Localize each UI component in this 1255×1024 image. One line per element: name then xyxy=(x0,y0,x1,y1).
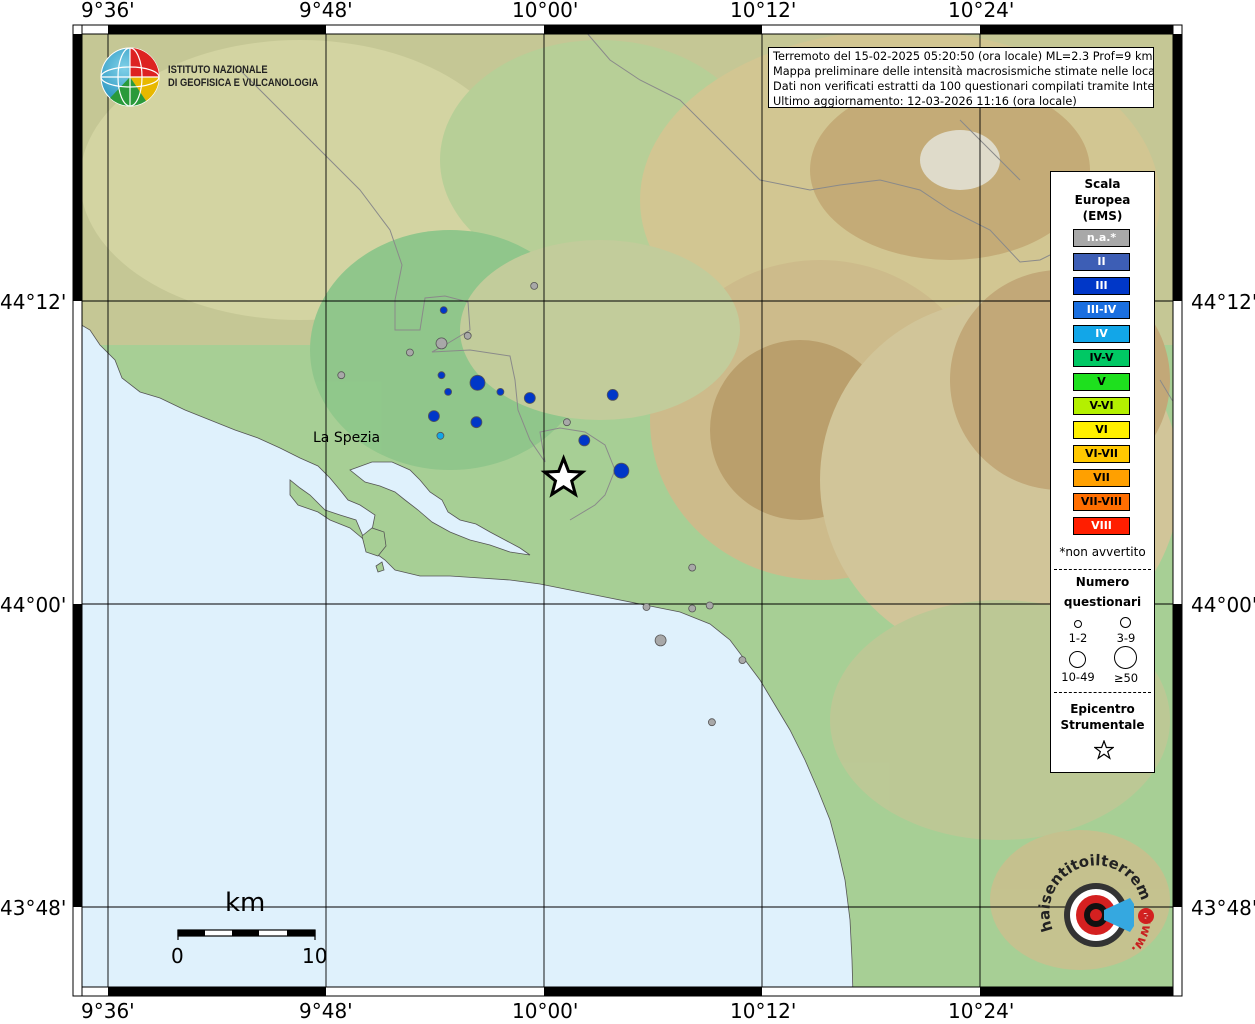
observation-point xyxy=(738,656,747,664)
observation-point xyxy=(437,371,446,380)
lat-label-left-1: 44°12' xyxy=(0,290,67,314)
ems-class-vii: VII xyxy=(1073,469,1130,487)
lat-label-right-1: 44°12' xyxy=(1191,290,1255,314)
ems-class-v-vi: V-VI xyxy=(1073,397,1130,415)
epicenter-star-icon xyxy=(1094,740,1114,760)
map-description-line: Mappa preliminare delle intensità macros… xyxy=(773,65,1154,78)
lon-label-bottom-2: 9°48' xyxy=(299,999,353,1023)
q-size-3-9-icon xyxy=(1120,617,1131,628)
questionari-title-2: questionari xyxy=(1063,595,1142,609)
epicentro-title-2: Strumentale xyxy=(1060,718,1145,732)
observation-point xyxy=(444,387,453,396)
event-info-line: Terremoto del 15-02-2025 05:20:50 (ora l… xyxy=(773,50,1153,63)
scale-bar-title: km xyxy=(225,888,266,918)
q-size-10-49-label: 10-49 xyxy=(1061,670,1095,684)
event-info-box: Terremoto del 15-02-2025 05:20:50 (ora l… xyxy=(768,47,1154,108)
observation-point xyxy=(470,416,483,429)
observation-point xyxy=(427,410,440,423)
place-label-la-spezia: La Spezia xyxy=(313,430,381,446)
observation-point xyxy=(523,392,536,404)
ems-class-viii: VIII xyxy=(1073,517,1130,535)
ingv-logo-icon xyxy=(100,47,160,107)
ems-class-ii: II xyxy=(1073,253,1130,271)
lon-label-bottom-4: 10°12' xyxy=(730,999,797,1023)
observation-point xyxy=(606,388,619,401)
q-size-1-2-label: 1-2 xyxy=(1068,631,1088,645)
q-size-3-9-label: 3-9 xyxy=(1116,631,1136,645)
ems-class-iv-v: IV-V xyxy=(1073,349,1130,367)
not-felt-note: *non avvertito xyxy=(1059,545,1146,559)
lon-label-bottom-5: 10°24' xyxy=(948,999,1015,1023)
observation-point xyxy=(463,331,472,340)
observation-point xyxy=(435,337,448,350)
observation-point xyxy=(469,374,486,391)
observation-point xyxy=(496,387,505,396)
ingv-logo-line1: ISTITUTO NAZIONALE xyxy=(168,64,268,76)
ingv-logo-line2: DI GEOFISICA E VULCANOLOGIA xyxy=(168,77,319,89)
lon-label-top-3: 10°00' xyxy=(512,0,579,22)
hsit-url-text: www. xyxy=(1128,912,1155,956)
legend-divider xyxy=(1054,569,1151,570)
observation-point xyxy=(439,306,448,315)
lon-label-top-2: 9°48' xyxy=(299,0,353,22)
lon-label-bottom-1: 9°36' xyxy=(81,999,135,1023)
q-size-10-49-icon xyxy=(1069,651,1086,668)
q-size-1-2-icon xyxy=(1074,620,1082,628)
data-note-line: Dati non verificati estratti da 100 ques… xyxy=(773,80,1154,93)
legend-divider xyxy=(1054,692,1151,693)
observation-point xyxy=(688,563,697,572)
last-update-line: Ultimo aggiornamento: 12-03-2026 11:16 (… xyxy=(773,95,1077,108)
legend-title-3: (EMS) xyxy=(1082,209,1123,223)
epicentro-title-1: Epicentro xyxy=(1070,702,1135,716)
observation-point xyxy=(337,371,346,380)
ems-class-v: V xyxy=(1073,373,1130,391)
legend-title-1: Scala xyxy=(1084,177,1121,191)
lon-label-bottom-3: 10°00' xyxy=(512,999,579,1023)
lat-label-left-2: 44°00' xyxy=(0,593,67,617)
observation-point xyxy=(578,434,591,447)
observation-point xyxy=(642,603,651,611)
hsit-badge-text: haisentitoilterremoto.it www. xyxy=(1035,852,1155,956)
legend-title-2: Europea xyxy=(1074,193,1131,207)
lon-label-top-5: 10°24' xyxy=(948,0,1015,22)
ems-class-na: n.a.* xyxy=(1073,229,1130,247)
observation-point xyxy=(563,418,571,427)
observation-point xyxy=(613,462,630,479)
ems-class-vi: VI xyxy=(1073,421,1130,439)
observation-point xyxy=(436,431,445,440)
ems-class-iii-iv: III-IV xyxy=(1073,301,1130,319)
lon-label-top-1: 9°36' xyxy=(81,0,135,22)
questionari-title-1: Numero xyxy=(1075,575,1130,589)
ems-class-iii: III xyxy=(1073,277,1130,295)
lat-label-right-2: 44°00' xyxy=(1191,593,1255,617)
scale-bar-start: 0 xyxy=(171,944,184,968)
observation-point xyxy=(708,718,716,727)
ingv-logo-text: ISTITUTO NAZIONALE DI GEOFISICA E VULCAN… xyxy=(168,64,318,90)
observation-point xyxy=(530,281,539,290)
q-size-50-icon xyxy=(1114,646,1137,669)
observation-point xyxy=(405,348,414,357)
legend-panel: Scala Europea (EMS) n.a.* II III III-IV IV IV… xyxy=(1050,171,1155,773)
ems-class-vi-vii: VI-VII xyxy=(1073,445,1130,463)
q-size-50-label: ≥50 xyxy=(1113,671,1139,685)
observation-point xyxy=(688,604,697,613)
ems-class-iv: IV xyxy=(1073,325,1130,343)
observation-point xyxy=(654,634,667,647)
lat-label-right-3: 43°48' xyxy=(1191,896,1255,920)
ems-class-vii-viii: VII-VIII xyxy=(1073,493,1130,511)
observation-point xyxy=(705,601,714,610)
scale-bar-end: 10 xyxy=(302,944,328,968)
hsit-brand-text: haisentitoilterremoto.it xyxy=(1035,852,1155,934)
lon-label-top-4: 10°12' xyxy=(730,0,797,22)
lat-label-left-3: 43°48' xyxy=(0,896,67,920)
